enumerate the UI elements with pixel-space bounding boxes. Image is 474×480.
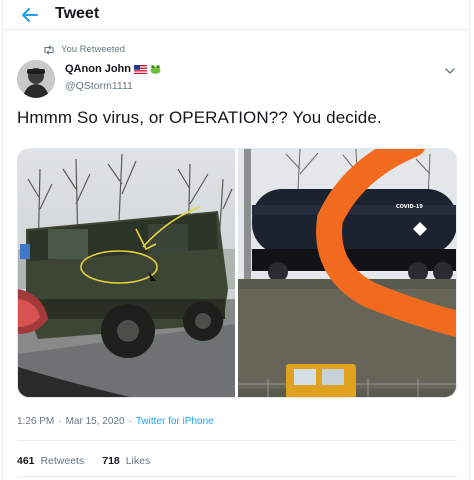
tweet-detail-page: Tweet You Retweeted QAnon John @QStorm11… — [2, 0, 470, 480]
chevron-down-icon[interactable] — [443, 64, 457, 78]
tweet-stats: 461 Retweets 718 Likes — [17, 455, 150, 467]
us-flag-icon — [134, 64, 147, 74]
meta-separator: · — [58, 416, 62, 427]
tanker-train-photo[interactable]: COVID-19 — [238, 149, 456, 397]
meta-separator: · — [128, 416, 132, 427]
retweets-stat[interactable]: 461 Retweets — [17, 455, 84, 467]
header-bar: Tweet — [3, 0, 469, 30]
likes-label: Likes — [125, 455, 151, 467]
retweet-indicator: You Retweeted — [43, 44, 125, 55]
tweet-text: Hmmm So virus, or OPERATION?? You decide… — [17, 108, 382, 127]
author-display-name[interactable]: QAnon John — [65, 63, 131, 75]
tweet-date[interactable]: Mar 15, 2020 — [66, 416, 125, 427]
avatar-image — [17, 60, 55, 98]
back-arrow-icon — [22, 8, 38, 22]
avatar[interactable] — [17, 60, 55, 98]
likes-count: 718 — [102, 455, 120, 467]
tweet-time[interactable]: 1:26 PM — [17, 416, 54, 427]
back-button[interactable] — [19, 4, 41, 26]
retweet-icon — [44, 44, 54, 55]
divider — [17, 440, 457, 441]
tweet-source-link[interactable]: Twitter for iPhone — [136, 416, 214, 427]
retweet-label: You Retweeted — [61, 44, 126, 55]
tweet-meta: 1:26 PM · Mar 15, 2020 · Twitter for iPh… — [17, 416, 214, 427]
retweets-label: Retweets — [40, 455, 85, 467]
divider — [17, 476, 457, 477]
author-name-row: QAnon John — [65, 63, 161, 75]
page-title: Tweet — [55, 5, 100, 22]
media-grid: COVID-19 — [17, 148, 457, 398]
retweets-count: 461 — [17, 455, 35, 467]
frog-icon — [150, 65, 161, 74]
military-humvee-photo[interactable] — [18, 149, 235, 397]
tank-label-text: COVID-19 — [396, 204, 423, 210]
author-handle[interactable]: @QStorm1111 — [65, 80, 133, 92]
likes-stat[interactable]: 718 Likes — [102, 455, 150, 467]
